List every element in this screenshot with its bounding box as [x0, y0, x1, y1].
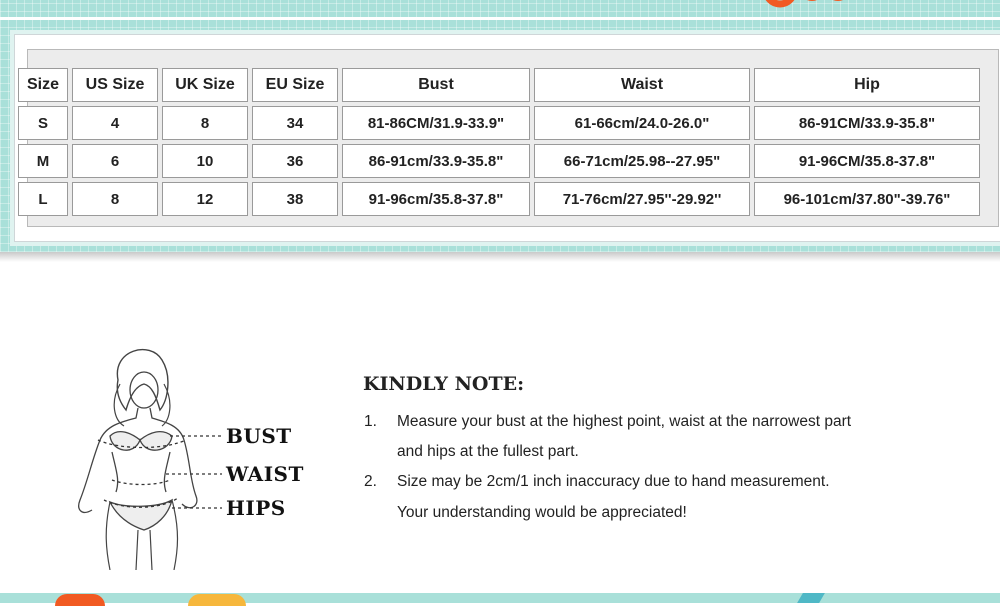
cell-us-size: 8: [72, 182, 158, 216]
header-bust: Bust: [342, 68, 530, 102]
header-strip: [0, 17, 1000, 20]
header-waist: Waist: [534, 68, 750, 102]
cell-eu-size: 34: [252, 106, 338, 140]
header-us-size: US Size: [72, 68, 158, 102]
cell-waist: 61-66cm/24.0-26.0": [534, 106, 750, 140]
table-header-row: Size US Size UK Size EU Size Bust Waist …: [18, 68, 980, 102]
footer-decoration: [188, 594, 246, 606]
header-hip: Hip: [754, 68, 980, 102]
cell-size: S: [18, 106, 68, 140]
cell-uk-size: 12: [162, 182, 248, 216]
note-number: 2.: [364, 473, 377, 490]
table-row: M 6 10 36 86-91cm/33.9-35.8" 66-71cm/25.…: [18, 144, 980, 178]
hips-label: HIPS: [226, 496, 286, 520]
cell-uk-size: 8: [162, 106, 248, 140]
note-line: Size may be 2cm/1 inch inaccuracy due to…: [397, 473, 830, 490]
cell-waist: 71-76cm/27.95''-29.92'': [534, 182, 750, 216]
table-row: L 8 12 38 91-96cm/35.8-37.8" 71-76cm/27.…: [18, 182, 980, 216]
note-line: Measure your bust at the highest point, …: [397, 413, 852, 430]
note-title: KINDLY NOTE:: [363, 373, 525, 395]
cell-size: L: [18, 182, 68, 216]
note-line: Your understanding would be appreciated!: [397, 504, 687, 521]
bust-label: BUST: [226, 424, 292, 448]
note-line: and hips at the fullest part.: [397, 443, 579, 460]
cell-bust: 86-91cm/33.9-35.8": [342, 144, 530, 178]
cell-waist: 66-71cm/25.98--27.95": [534, 144, 750, 178]
cell-eu-size: 38: [252, 182, 338, 216]
cell-hip: 96-101cm/37.80"-39.76": [754, 182, 980, 216]
waist-label: WAIST: [226, 462, 304, 486]
table-row: S 4 8 34 81-86CM/31.9-33.9" 61-66cm/24.0…: [18, 106, 980, 140]
footer-band: [0, 593, 1000, 603]
cell-hip: 91-96CM/35.8-37.8": [754, 144, 980, 178]
cell-uk-size: 10: [162, 144, 248, 178]
cell-us-size: 6: [72, 144, 158, 178]
cell-size: M: [18, 144, 68, 178]
cell-eu-size: 36: [252, 144, 338, 178]
size-chart-table: Size US Size UK Size EU Size Bust Waist …: [14, 64, 984, 220]
header-uk-size: UK Size: [162, 68, 248, 102]
cell-hip: 86-91CM/33.9-35.8": [754, 106, 980, 140]
footer-decoration: [55, 594, 105, 606]
cell-bust: 91-96cm/35.8-37.8": [342, 182, 530, 216]
header-size: Size: [18, 68, 68, 102]
brand-logo: [760, 0, 975, 16]
figure-illustration: [78, 349, 222, 570]
cell-bust: 81-86CM/31.9-33.9": [342, 106, 530, 140]
header-eu-size: EU Size: [252, 68, 338, 102]
cell-us-size: 4: [72, 106, 158, 140]
section-divider: [0, 252, 1000, 262]
note-number: 1.: [364, 413, 377, 430]
body-measurement-figure: [40, 340, 330, 570]
